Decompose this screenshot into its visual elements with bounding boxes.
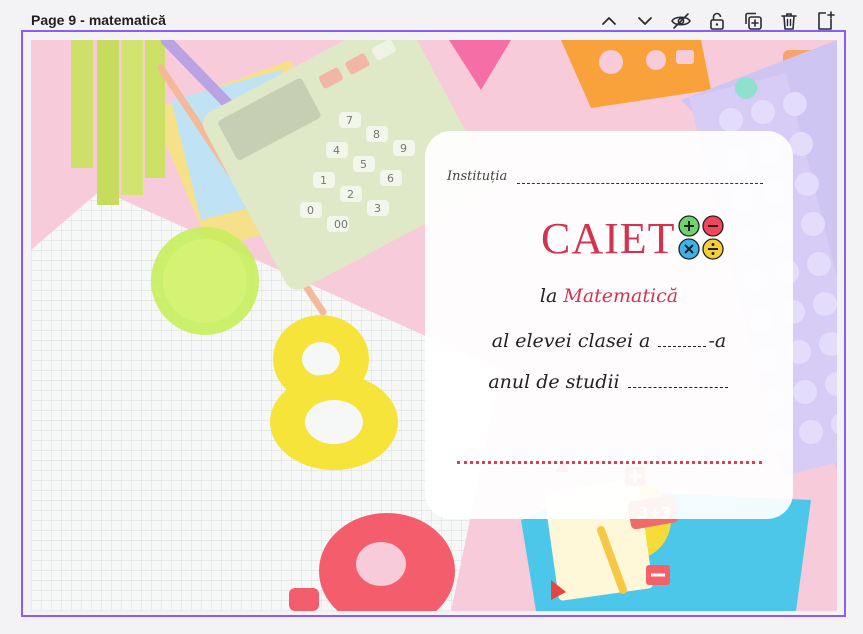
calculator-key-label: 9 — [400, 142, 407, 155]
calculator-key-label: 7 — [346, 114, 353, 127]
calculator-key-label: 00 — [334, 218, 348, 231]
counting-block — [71, 40, 93, 168]
subject-line: la Matematică — [425, 285, 793, 307]
keyboard-key — [807, 252, 831, 276]
institution-label: Instituția — [447, 169, 508, 184]
keyboard-key — [751, 100, 775, 124]
calculator-key-label: 4 — [333, 144, 340, 157]
keyboard-key — [793, 380, 817, 404]
keyboard-key — [795, 172, 819, 196]
keyboard-key — [783, 92, 807, 116]
calculator-key-label: 2 — [347, 188, 354, 201]
page-name: matematică — [88, 12, 166, 28]
calculator-key-label: 8 — [373, 128, 380, 141]
institution-fill-line[interactable] — [517, 183, 763, 184]
keyboard-key — [801, 212, 825, 236]
calculator-key-label: 1 — [320, 174, 327, 187]
counting-block — [97, 40, 119, 205]
subject-prefix: la — [539, 285, 558, 307]
calculator-key-label: 3 — [374, 202, 381, 215]
year-fill-blank[interactable] — [627, 386, 728, 388]
cover-title: CAIET — [541, 214, 676, 263]
year-label: anul de studii — [488, 371, 620, 393]
page-header: Page 9- matematică — [0, 0, 863, 34]
page-title[interactable]: Page 9- matematică — [31, 12, 166, 28]
dotted-divider — [457, 461, 762, 464]
page-number: Page 9 — [31, 12, 77, 28]
cover-card[interactable]: Instituția CAIET la Matematică al elevei… — [425, 131, 793, 519]
keyboard-key — [799, 420, 823, 444]
class-fill-blank[interactable] — [658, 345, 707, 347]
calculator-key-label: 5 — [360, 158, 367, 171]
counting-block — [121, 40, 143, 195]
calculator-key-label: 6 — [387, 172, 394, 185]
subject-name: Matematică — [563, 285, 679, 307]
class-label: al elevei clasei a — [491, 330, 651, 352]
math-operators-icon — [678, 215, 724, 260]
keyboard-key — [719, 108, 743, 132]
keyboard-key — [813, 292, 837, 316]
counting-block — [145, 40, 165, 178]
year-line: anul de studii — [425, 371, 793, 393]
class-line: al elevei clasei a -a — [425, 330, 793, 352]
class-suffix: -a — [708, 330, 727, 352]
page-canvas[interactable]: 7 8 9 4 5 6 1 2 3 0 00 Instituția CAIET … — [31, 40, 837, 611]
calculator-key-label: 0 — [307, 204, 314, 217]
page-title-separator: - — [80, 12, 85, 28]
